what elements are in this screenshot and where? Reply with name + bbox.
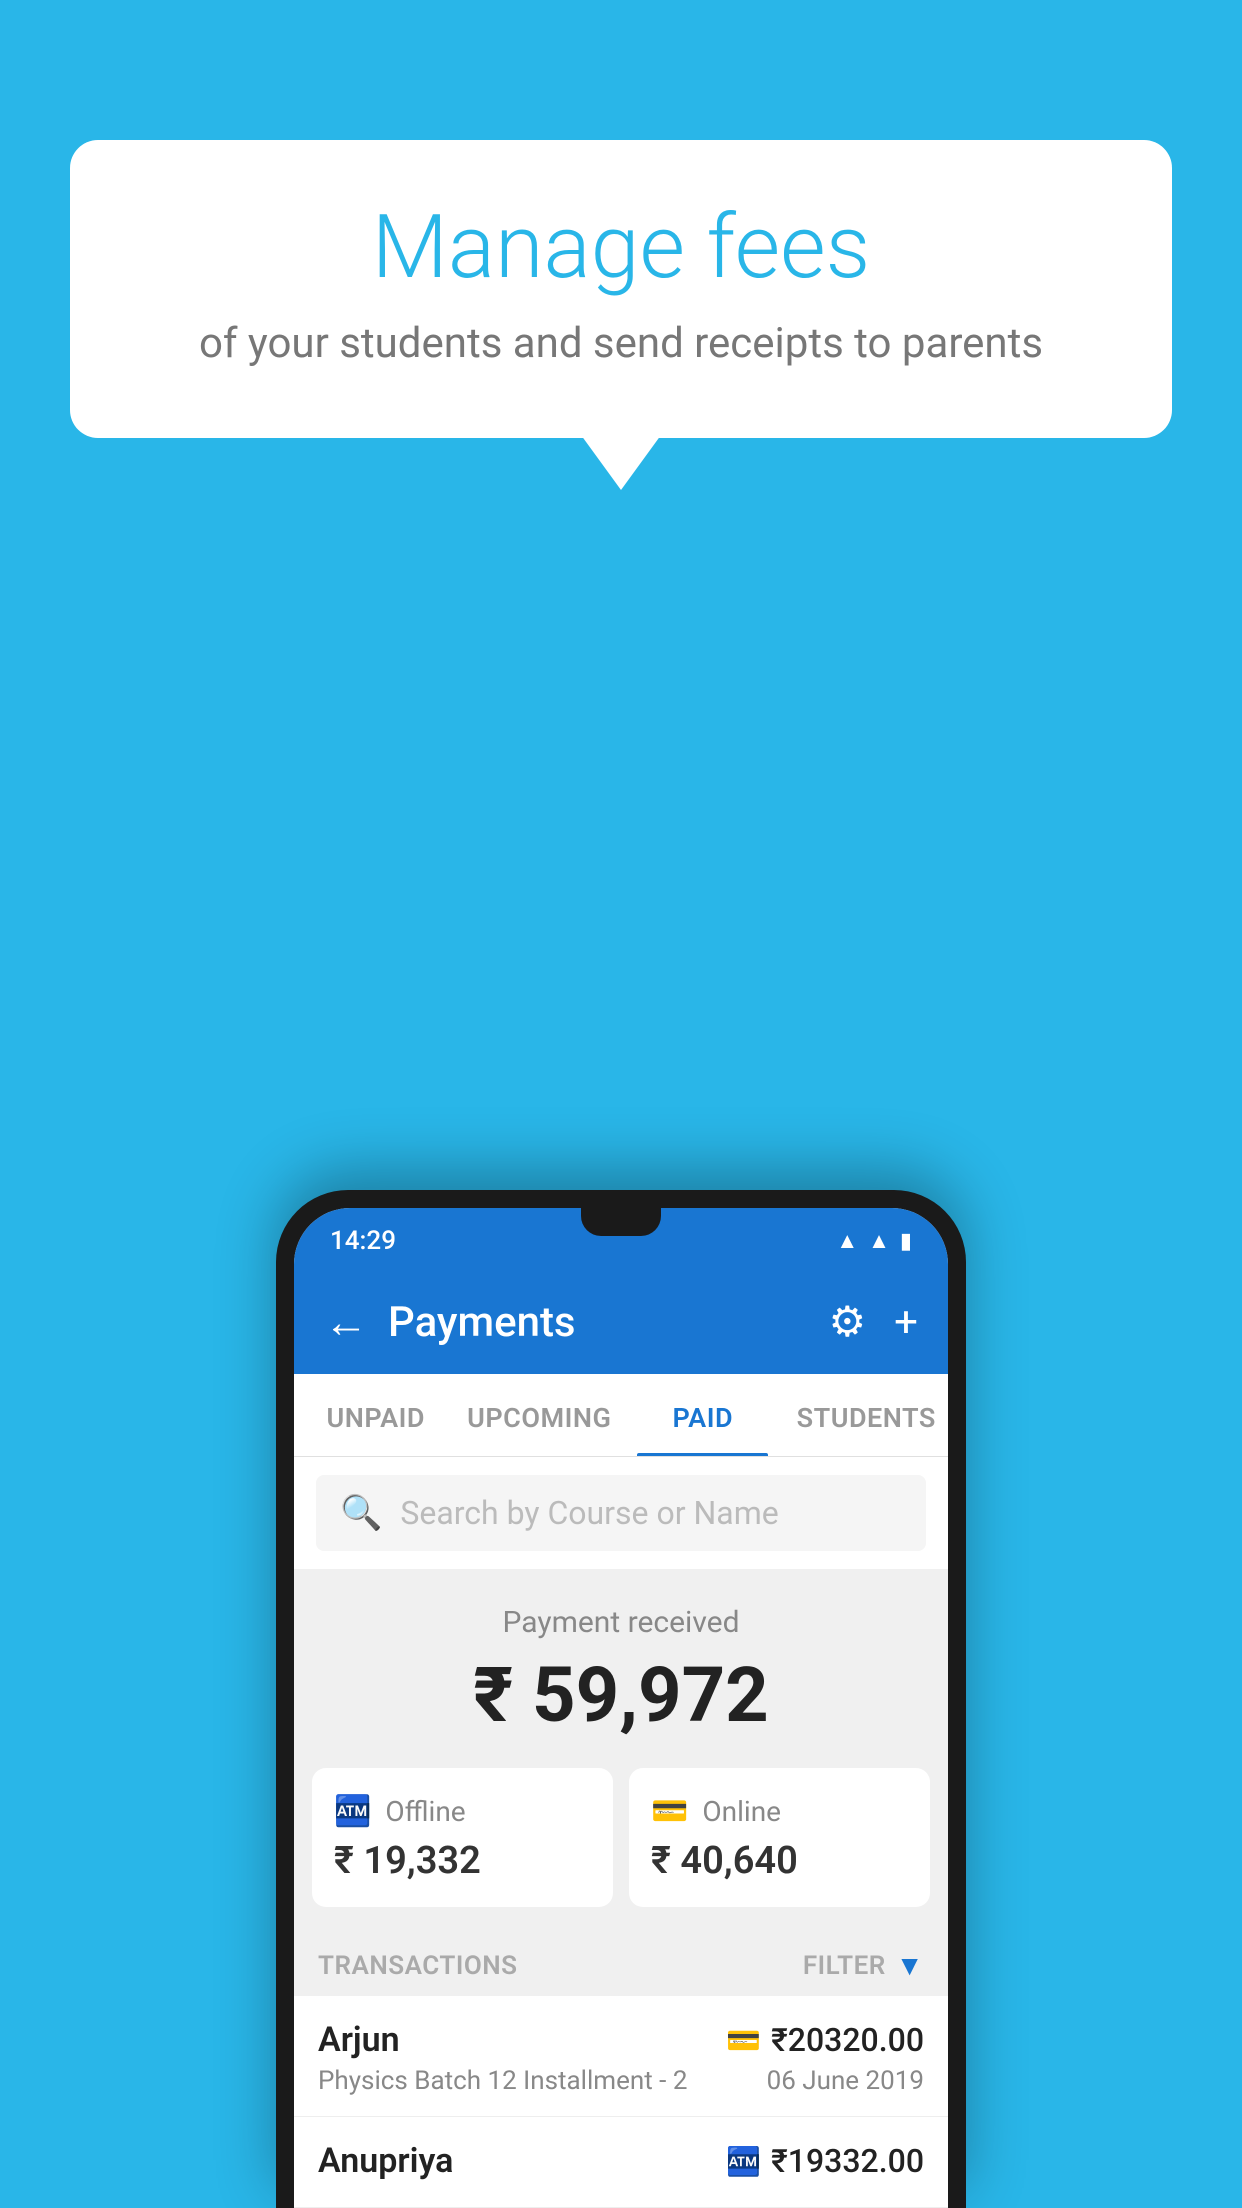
search-input-wrap[interactable]: 🔍 Search by Course or Name — [316, 1475, 926, 1551]
status-time: 14:29 — [330, 1226, 396, 1256]
filter-button[interactable]: FILTER ▼ — [803, 1949, 924, 1982]
content-area: 🔍 Search by Course or Name Payment recei… — [294, 1457, 948, 2208]
transaction-date-1: 06 June 2019 — [767, 2066, 924, 2096]
transaction-top-1: Arjun 💳 ₹20320.00 — [318, 2020, 924, 2060]
payment-cards: 🏧 Offline ₹ 19,332 💳 Online ₹ 40,640 — [294, 1768, 948, 1931]
tab-paid[interactable]: PAID — [621, 1374, 785, 1456]
transactions-header: TRANSACTIONS FILTER ▼ — [294, 1931, 948, 1996]
transaction-amount-wrap-2: 🏧 ₹19332.00 — [726, 2142, 924, 2180]
transaction-type-icon-1: 💳 — [726, 2024, 761, 2057]
wifi-icon: ▲ — [836, 1228, 858, 1254]
offline-label: Offline — [385, 1795, 465, 1828]
transaction-desc-1: Physics Batch 12 Installment - 2 — [318, 2066, 687, 2096]
tab-upcoming[interactable]: UPCOMING — [458, 1374, 622, 1456]
speech-bubble-container: Manage fees of your students and send re… — [70, 140, 1172, 438]
phone-frame: 14:29 ▲ ▲ ▮ ← Payments ⚙ + UNPAID UPCOMI… — [276, 1190, 966, 2208]
online-card: 💳 Online ₹ 40,640 — [629, 1768, 930, 1907]
transactions-label: TRANSACTIONS — [318, 1951, 518, 1981]
transaction-top-2: Anupriya 🏧 ₹19332.00 — [318, 2141, 924, 2181]
app-bar-title: Payments — [388, 1298, 829, 1347]
bubble-title: Manage fees — [150, 200, 1092, 297]
offline-card: 🏧 Offline ₹ 19,332 — [312, 1768, 613, 1907]
filter-label: FILTER — [803, 1951, 886, 1981]
offline-icon: 🏧 — [334, 1794, 371, 1829]
phone-screen: 14:29 ▲ ▲ ▮ ← Payments ⚙ + UNPAID UPCOMI… — [294, 1208, 948, 2208]
back-button[interactable]: ← — [324, 1296, 368, 1348]
transaction-type-icon-2: 🏧 — [726, 2145, 761, 2178]
transaction-name-1: Arjun — [318, 2020, 400, 2060]
transaction-row[interactable]: Arjun 💳 ₹20320.00 Physics Batch 12 Insta… — [294, 1996, 948, 2117]
bubble-subtitle: of your students and send receipts to pa… — [150, 319, 1092, 368]
status-icons: ▲ ▲ ▮ — [836, 1228, 912, 1254]
transaction-amount-1: ₹20320.00 — [771, 2021, 924, 2059]
online-icon: 💳 — [651, 1794, 688, 1829]
tab-unpaid[interactable]: UNPAID — [294, 1374, 458, 1456]
filter-icon: ▼ — [896, 1949, 924, 1982]
payment-received-amount: ₹ 59,972 — [294, 1650, 948, 1740]
transaction-row-2[interactable]: Anupriya 🏧 ₹19332.00 — [294, 2117, 948, 2208]
transaction-bottom-1: Physics Batch 12 Installment - 2 06 June… — [318, 2066, 924, 2096]
online-amount: ₹ 40,640 — [651, 1839, 908, 1883]
offline-card-header: 🏧 Offline — [334, 1794, 591, 1829]
search-placeholder: Search by Course or Name — [400, 1494, 778, 1532]
transaction-amount-wrap-1: 💳 ₹20320.00 — [726, 2021, 924, 2059]
tab-students[interactable]: STUDENTS — [785, 1374, 949, 1456]
online-card-header: 💳 Online — [651, 1794, 908, 1829]
signal-icon: ▲ — [868, 1228, 890, 1254]
payment-received-label: Payment received — [294, 1605, 948, 1640]
transaction-name-2: Anupriya — [318, 2141, 453, 2181]
speech-bubble: Manage fees of your students and send re… — [70, 140, 1172, 438]
add-icon[interactable]: + — [894, 1298, 918, 1347]
phone-notch — [581, 1208, 661, 1236]
app-bar: ← Payments ⚙ + — [294, 1270, 948, 1374]
search-icon: 🔍 — [340, 1493, 382, 1533]
tabs-bar: UNPAID UPCOMING PAID STUDENTS — [294, 1374, 948, 1457]
search-container: 🔍 Search by Course or Name — [294, 1457, 948, 1569]
online-label: Online — [702, 1795, 781, 1828]
payment-received-section: Payment received ₹ 59,972 — [294, 1569, 948, 1768]
settings-icon[interactable]: ⚙ — [829, 1297, 867, 1347]
offline-amount: ₹ 19,332 — [334, 1839, 591, 1883]
battery-icon: ▮ — [900, 1229, 912, 1254]
transaction-amount-2: ₹19332.00 — [771, 2142, 924, 2180]
app-bar-actions: ⚙ + — [829, 1297, 919, 1347]
